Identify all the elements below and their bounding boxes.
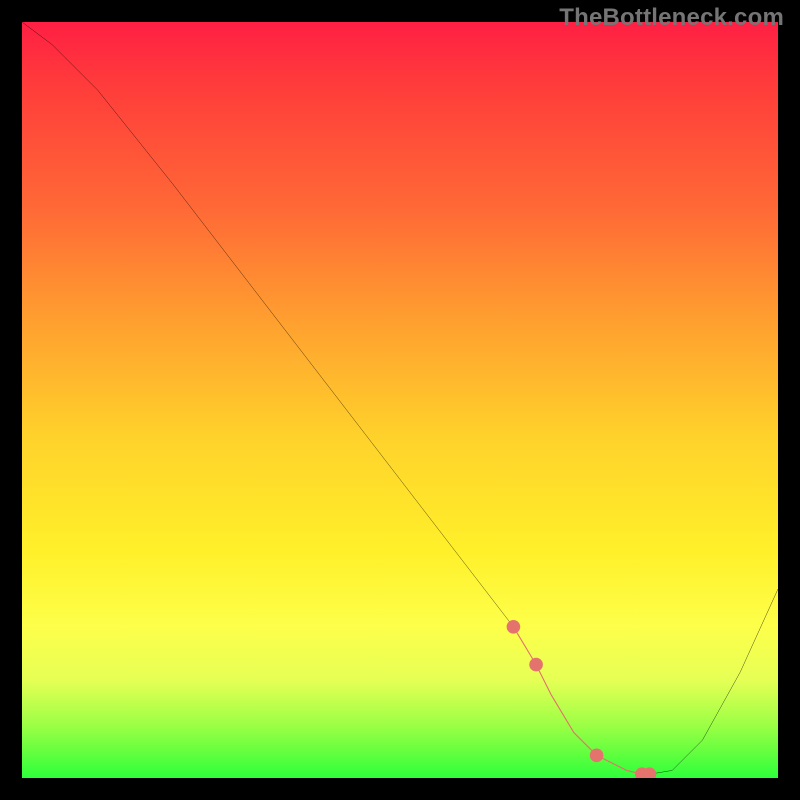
highlight-dot [507,620,521,634]
watermark-text: TheBottleneck.com [559,4,784,32]
highlight-dots-layer [22,22,778,778]
chart-frame: TheBottleneck.com [0,0,800,800]
highlight-dot [590,749,604,763]
highlight-dot [529,658,543,672]
